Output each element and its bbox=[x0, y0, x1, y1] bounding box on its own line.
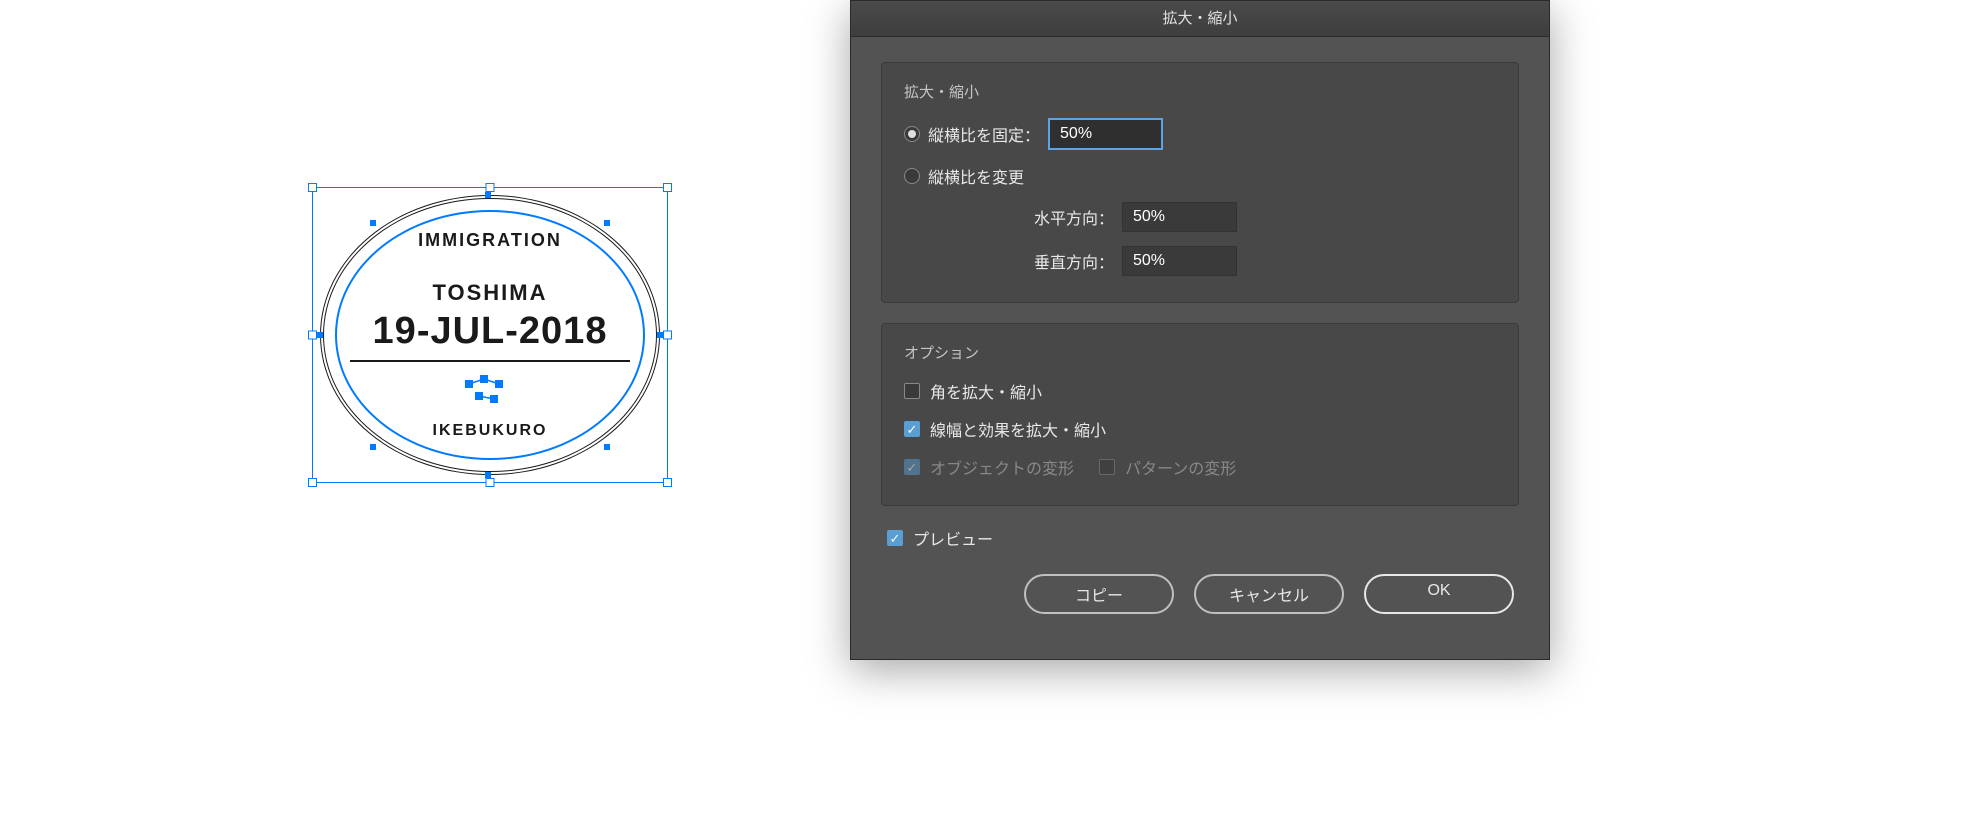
cancel-button[interactable]: キャンセル bbox=[1194, 574, 1344, 614]
stamp-divider-line bbox=[350, 360, 630, 362]
anchor-point[interactable] bbox=[604, 220, 610, 226]
anchor-point[interactable] bbox=[370, 220, 376, 226]
scale-corners-label: 角を拡大・縮小 bbox=[930, 379, 1042, 403]
anchor-point[interactable] bbox=[370, 444, 376, 450]
vertical-scale-row: 垂直方向： bbox=[904, 246, 1496, 276]
transform-options-row: オブジェクトの変形 パターンの変形 bbox=[904, 455, 1496, 479]
options-section-title: オプション bbox=[904, 342, 1496, 363]
resize-handle-br[interactable] bbox=[663, 478, 672, 487]
anchor-point[interactable] bbox=[657, 332, 663, 338]
nonuniform-radio[interactable] bbox=[904, 168, 920, 184]
resize-handle-tl[interactable] bbox=[308, 183, 317, 192]
dialog-button-row: コピー キャンセル OK bbox=[881, 574, 1519, 614]
uniform-radio[interactable] bbox=[904, 126, 920, 142]
uniform-scale-input[interactable] bbox=[1048, 118, 1163, 150]
transform-patterns-checkbox bbox=[1099, 459, 1115, 475]
nonuniform-scale-row: 縦横比を変更 bbox=[904, 164, 1496, 188]
scale-section: 拡大・縮小 縦横比を固定： 縦横比を変更 水平方向： 垂直方向： bbox=[881, 62, 1519, 303]
ok-button[interactable]: OK bbox=[1364, 574, 1514, 614]
dialog-body: 拡大・縮小 縦横比を固定： 縦横比を変更 水平方向： 垂直方向： bbox=[851, 37, 1549, 639]
horizontal-scale-row: 水平方向： bbox=[904, 202, 1496, 232]
scale-strokes-row: 線幅と効果を拡大・縮小 bbox=[904, 417, 1496, 441]
scale-dialog: 拡大・縮小 拡大・縮小 縦横比を固定： 縦横比を変更 水平方向： 垂直方向： bbox=[850, 0, 1550, 660]
resize-handle-bl[interactable] bbox=[308, 478, 317, 487]
anchor-point[interactable] bbox=[485, 472, 491, 478]
scale-corners-checkbox[interactable] bbox=[904, 383, 920, 399]
scale-corners-row: 角を拡大・縮小 bbox=[904, 379, 1496, 403]
transform-objects-label: オブジェクトの変形 bbox=[930, 455, 1074, 479]
stamp-text-bottom: IKEBUKURO bbox=[320, 422, 660, 440]
preview-row: プレビュー bbox=[887, 526, 1519, 550]
uniform-radio-label: 縦横比を固定： bbox=[928, 122, 1040, 146]
copy-button[interactable]: コピー bbox=[1024, 574, 1174, 614]
resize-handle-tm[interactable] bbox=[486, 183, 495, 192]
resize-handle-mr[interactable] bbox=[663, 331, 672, 340]
preview-checkbox[interactable] bbox=[887, 530, 903, 546]
scale-strokes-checkbox[interactable] bbox=[904, 421, 920, 437]
transform-patterns-label: パターンの変形 bbox=[1125, 455, 1236, 479]
dialog-title: 拡大・縮小 bbox=[851, 1, 1549, 37]
canvas-area[interactable]: IMMIGRATION TOSHIMA 19-JUL-2018 IKEBUKUR… bbox=[0, 0, 850, 837]
transform-objects-checkbox bbox=[904, 459, 920, 475]
scale-section-title: 拡大・縮小 bbox=[904, 81, 1496, 102]
stamp-text-city: TOSHIMA bbox=[320, 280, 660, 306]
vertical-scale-input[interactable] bbox=[1122, 246, 1237, 276]
selected-artwork[interactable]: IMMIGRATION TOSHIMA 19-JUL-2018 IKEBUKUR… bbox=[320, 195, 660, 475]
resize-handle-tr[interactable] bbox=[663, 183, 672, 192]
anchor-point[interactable] bbox=[485, 192, 491, 198]
nonuniform-radio-label: 縦横比を変更 bbox=[928, 164, 1024, 188]
stamp-text-top: IMMIGRATION bbox=[320, 230, 660, 251]
horizontal-label: 水平方向： bbox=[984, 205, 1114, 229]
resize-handle-ml[interactable] bbox=[308, 331, 317, 340]
stamp-text-date: 19-JUL-2018 bbox=[320, 310, 660, 353]
preview-label: プレビュー bbox=[913, 526, 993, 550]
uniform-scale-row: 縦横比を固定： bbox=[904, 118, 1496, 150]
scale-strokes-label: 線幅と効果を拡大・縮小 bbox=[930, 417, 1106, 441]
resize-handle-bm[interactable] bbox=[486, 478, 495, 487]
anchor-point[interactable] bbox=[604, 444, 610, 450]
horizontal-scale-input[interactable] bbox=[1122, 202, 1237, 232]
options-section: オプション 角を拡大・縮小 線幅と効果を拡大・縮小 オブジェクトの変形 パターン… bbox=[881, 323, 1519, 506]
vertical-label: 垂直方向： bbox=[984, 249, 1114, 273]
stamp-graphic bbox=[460, 370, 520, 410]
anchor-point[interactable] bbox=[317, 332, 323, 338]
